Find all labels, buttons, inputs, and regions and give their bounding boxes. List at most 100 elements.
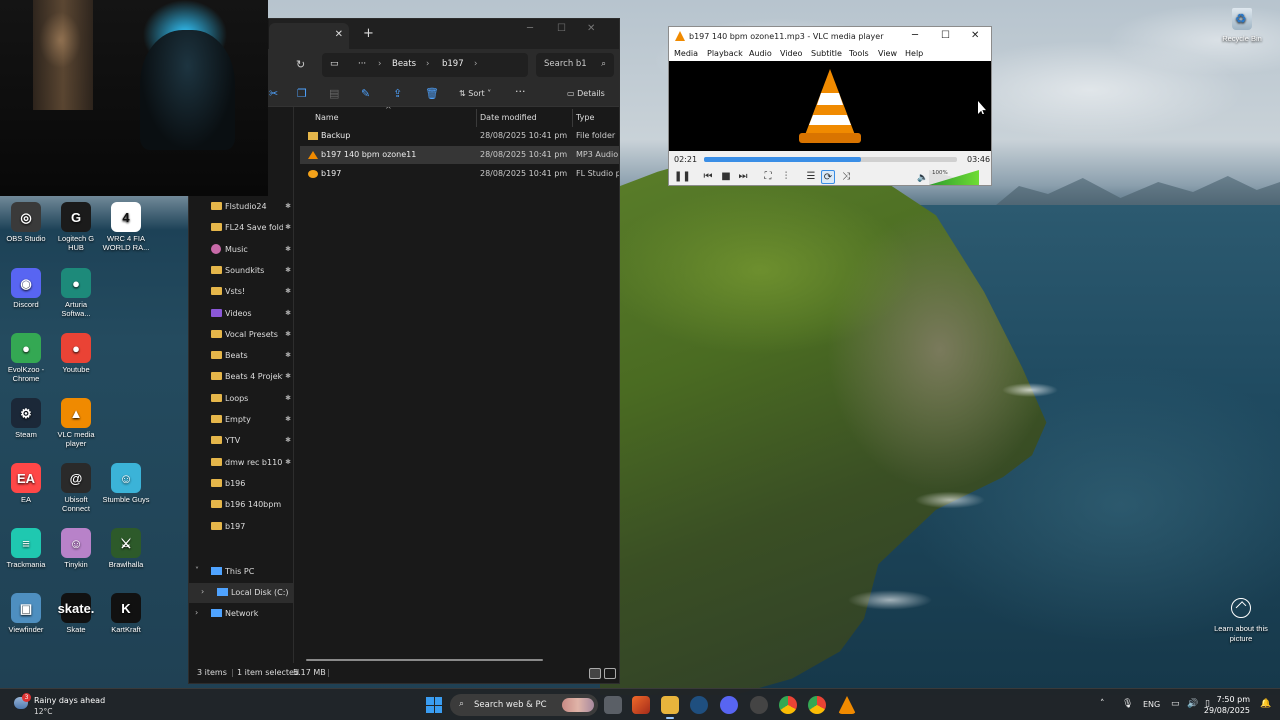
- sidebar-item[interactable]: b197: [189, 517, 293, 537]
- vlc-menu-item[interactable]: Playback: [707, 49, 743, 58]
- file-explorer-icon[interactable]: [661, 696, 679, 719]
- desktop-shortcut[interactable]: ☺ Stumble Guys: [100, 463, 152, 504]
- network-icon[interactable]: ▭: [1171, 699, 1180, 709]
- brave-browser-icon[interactable]: [632, 696, 650, 714]
- breadcrumb-more-icon[interactable]: ···: [358, 59, 366, 69]
- minimize-icon[interactable]: ─: [527, 23, 533, 34]
- minimize-icon[interactable]: ─: [912, 30, 918, 41]
- desktop-shortcut[interactable]: EA EA: [0, 463, 52, 504]
- vlc-menu-item[interactable]: View: [878, 49, 897, 58]
- column-header-type[interactable]: Type: [576, 113, 594, 122]
- column-separator[interactable]: [476, 109, 477, 127]
- desktop-shortcut[interactable]: @ Ubisoft Connect: [50, 463, 102, 513]
- refresh-icon[interactable]: ↻: [296, 58, 305, 71]
- shuffle-icon[interactable]: ⤨: [839, 170, 853, 184]
- desktop-shortcut[interactable]: skate. Skate: [50, 593, 102, 634]
- seek-bar[interactable]: [704, 157, 957, 162]
- column-header-date[interactable]: Date modified: [480, 113, 537, 122]
- task-view-icon[interactable]: [604, 696, 622, 714]
- show-hidden-icons[interactable]: ˄: [1100, 699, 1105, 709]
- tree-item-local-disk[interactable]: › Local Disk (C:): [189, 583, 293, 603]
- search-input[interactable]: Search b1 ⌕: [536, 53, 614, 77]
- sidebar-item[interactable]: Music ✱: [189, 240, 293, 260]
- horizontal-scrollbar[interactable]: [306, 659, 543, 661]
- close-tab-icon[interactable]: ✕: [335, 29, 343, 40]
- sidebar-item[interactable]: Soundkits ✱: [189, 261, 293, 281]
- copilot-icon[interactable]: [690, 696, 708, 714]
- desktop-shortcut[interactable]: ▣ Viewfinder: [0, 593, 52, 634]
- details-view-icon[interactable]: [589, 668, 601, 679]
- vlc-menu-item[interactable]: Media: [674, 49, 698, 58]
- chrome-icon[interactable]: [779, 696, 797, 714]
- obs-studio-icon[interactable]: [750, 696, 768, 714]
- sidebar-item[interactable]: b196: [189, 474, 293, 494]
- desktop-shortcut[interactable]: ▲ VLC media player: [50, 398, 102, 448]
- breadcrumb-item-b197[interactable]: b197: [442, 59, 464, 69]
- explorer-tab[interactable]: ✕: [269, 23, 349, 49]
- sort-button[interactable]: ⇅ Sort ˅: [459, 89, 491, 98]
- file-row[interactable]: b197 140 bpm ozone11 28/08/2025 10:41 pm M…: [300, 146, 619, 164]
- vlc-menu-item[interactable]: Tools: [849, 49, 869, 58]
- desktop-shortcut[interactable]: ◉ Discord: [0, 268, 52, 309]
- notification-icon[interactable]: 🔔: [1260, 699, 1271, 709]
- delete-icon[interactable]: 🗑: [425, 87, 439, 100]
- vlc-menu-item[interactable]: Subtitle: [811, 49, 842, 58]
- stop-icon[interactable]: ■: [719, 170, 733, 184]
- desktop-shortcut[interactable]: ● Arturia Softwa...: [50, 268, 102, 318]
- weather-widget[interactable]: 3 Rainy days ahead 12°C: [10, 693, 130, 717]
- desktop-shortcut[interactable]: ☺ Tinykin: [50, 528, 102, 569]
- speaker-icon[interactable]: 🔈: [917, 173, 928, 183]
- desktop-shortcut[interactable]: ⚔ Brawlhalla: [100, 528, 152, 569]
- file-row[interactable]: b197 28/08/2025 10:41 pm FL Studio pro: [300, 165, 619, 183]
- sidebar-item[interactable]: Empty ✱: [189, 410, 293, 430]
- paste-icon[interactable]: ▤: [329, 87, 339, 100]
- vlc-menu-item[interactable]: Help: [905, 49, 923, 58]
- extended-settings-icon[interactable]: ⫶: [779, 170, 793, 184]
- chevron-down-icon[interactable]: ˅: [195, 566, 199, 575]
- tree-item-this-pc[interactable]: ˅ This PC: [189, 562, 293, 582]
- taskbar-search[interactable]: ⌕ Search web & PC: [450, 694, 598, 716]
- vlc-video-area[interactable]: [669, 61, 991, 151]
- column-header-name[interactable]: Name: [315, 113, 339, 122]
- maximize-icon[interactable]: ☐: [557, 23, 566, 34]
- breadcrumb[interactable]: ▭ ··· › Beats › b197 ›: [322, 53, 528, 77]
- breadcrumb-item-beats[interactable]: Beats: [392, 59, 416, 69]
- desktop-shortcut[interactable]: K KartKraft: [100, 593, 152, 634]
- copy-icon[interactable]: ❐: [297, 87, 307, 100]
- next-icon[interactable]: ⏭: [736, 170, 750, 184]
- desktop-shortcut[interactable]: ◎ OBS Studio: [0, 202, 52, 243]
- sidebar-item[interactable]: Vocal Presets ✱: [189, 325, 293, 345]
- sidebar-item[interactable]: b196 140bpm mix: [189, 495, 293, 515]
- sidebar-item[interactable]: Videos ✱: [189, 304, 293, 324]
- sidebar-item[interactable]: Loops ✱: [189, 389, 293, 409]
- pause-icon[interactable]: ❚❚: [674, 170, 691, 184]
- desktop-shortcut[interactable]: ● Youtube: [50, 333, 102, 374]
- details-button[interactable]: ▭ Details: [567, 89, 605, 98]
- fullscreen-icon[interactable]: ⛶: [761, 170, 775, 184]
- chevron-right-icon[interactable]: ›: [195, 608, 198, 617]
- desktop-shortcut[interactable]: 4 WRC 4 FIA WORLD RA...: [100, 202, 152, 252]
- chevron-right-icon[interactable]: ›: [201, 587, 204, 596]
- desktop-shortcut[interactable]: G Logitech G HUB: [50, 202, 102, 252]
- sidebar-item[interactable]: Flstudio24 ✱: [189, 197, 293, 217]
- column-separator[interactable]: [572, 109, 573, 127]
- playlist-icon[interactable]: ☰: [804, 170, 818, 184]
- discord-icon[interactable]: [720, 696, 738, 714]
- loop-icon[interactable]: ⟳: [821, 170, 835, 184]
- sidebar-item[interactable]: Beats 4 Projekt ✱: [189, 367, 293, 387]
- recycle-bin-shortcut[interactable]: Recycle Bin: [1220, 8, 1264, 43]
- sidebar-item[interactable]: Vsts! ✱: [189, 282, 293, 302]
- start-button[interactable]: [426, 697, 442, 713]
- learn-about-picture[interactable]: Learn about this picture: [1212, 598, 1270, 644]
- desktop-shortcut[interactable]: ● EvolKzoo - Chrome: [0, 333, 52, 383]
- maximize-icon[interactable]: ☐: [941, 30, 950, 41]
- sidebar-item[interactable]: dmw rec b110 ✱: [189, 453, 293, 473]
- sidebar-item[interactable]: YTV ✱: [189, 431, 293, 451]
- more-options-icon[interactable]: ···: [515, 85, 526, 98]
- vlc-menu-item[interactable]: Video: [780, 49, 802, 58]
- clock[interactable]: 7:50 pm 29/08/2025: [1204, 694, 1250, 716]
- new-tab-icon[interactable]: +: [363, 26, 374, 41]
- chrome-profile-icon[interactable]: [808, 696, 826, 714]
- file-row[interactable]: Backup 28/08/2025 10:41 pm File folder: [300, 127, 619, 145]
- volume-icon[interactable]: 🔊: [1187, 699, 1198, 709]
